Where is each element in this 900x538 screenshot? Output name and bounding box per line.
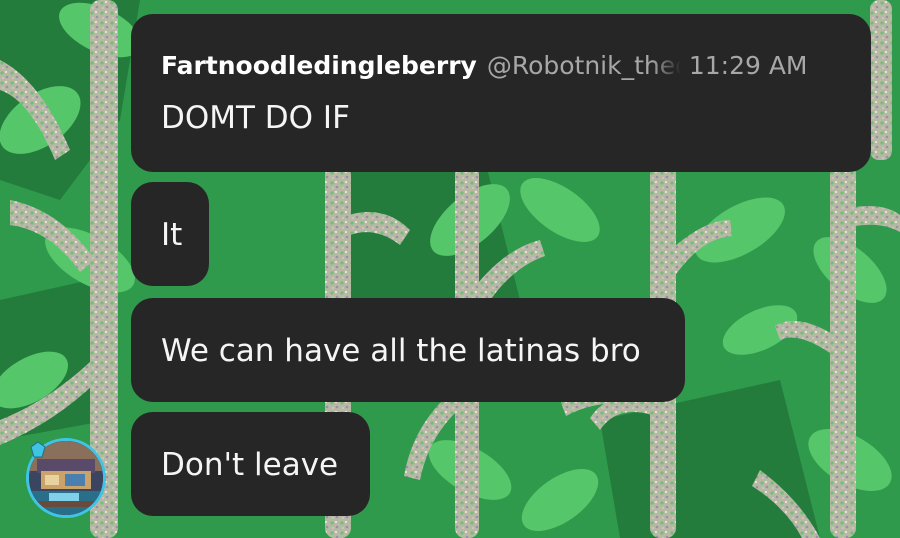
- sender-name[interactable]: Fartnoodledingleberry: [161, 48, 477, 84]
- message-text: We can have all the latinas bro: [161, 333, 641, 369]
- message-text: Don't leave: [161, 447, 339, 483]
- message-meta: Fartnoodledingleberry @Robotnik_thedog 1…: [161, 48, 843, 84]
- message-bubble[interactable]: We can have all the latinas bro: [131, 298, 685, 402]
- message-text: It: [161, 217, 183, 253]
- sender-handle[interactable]: @Robotnik_thedog: [487, 48, 681, 84]
- message-timestamp: 11:29 AM: [688, 51, 808, 80]
- badge-icon: [30, 441, 46, 458]
- message-text: DOMT DO IF: [161, 100, 350, 136]
- message-bubble[interactable]: It: [131, 182, 209, 286]
- message-bubble[interactable]: Don't leave: [131, 412, 370, 516]
- message-bubble-header[interactable]: Fartnoodledingleberry @Robotnik_thedog 1…: [131, 14, 871, 172]
